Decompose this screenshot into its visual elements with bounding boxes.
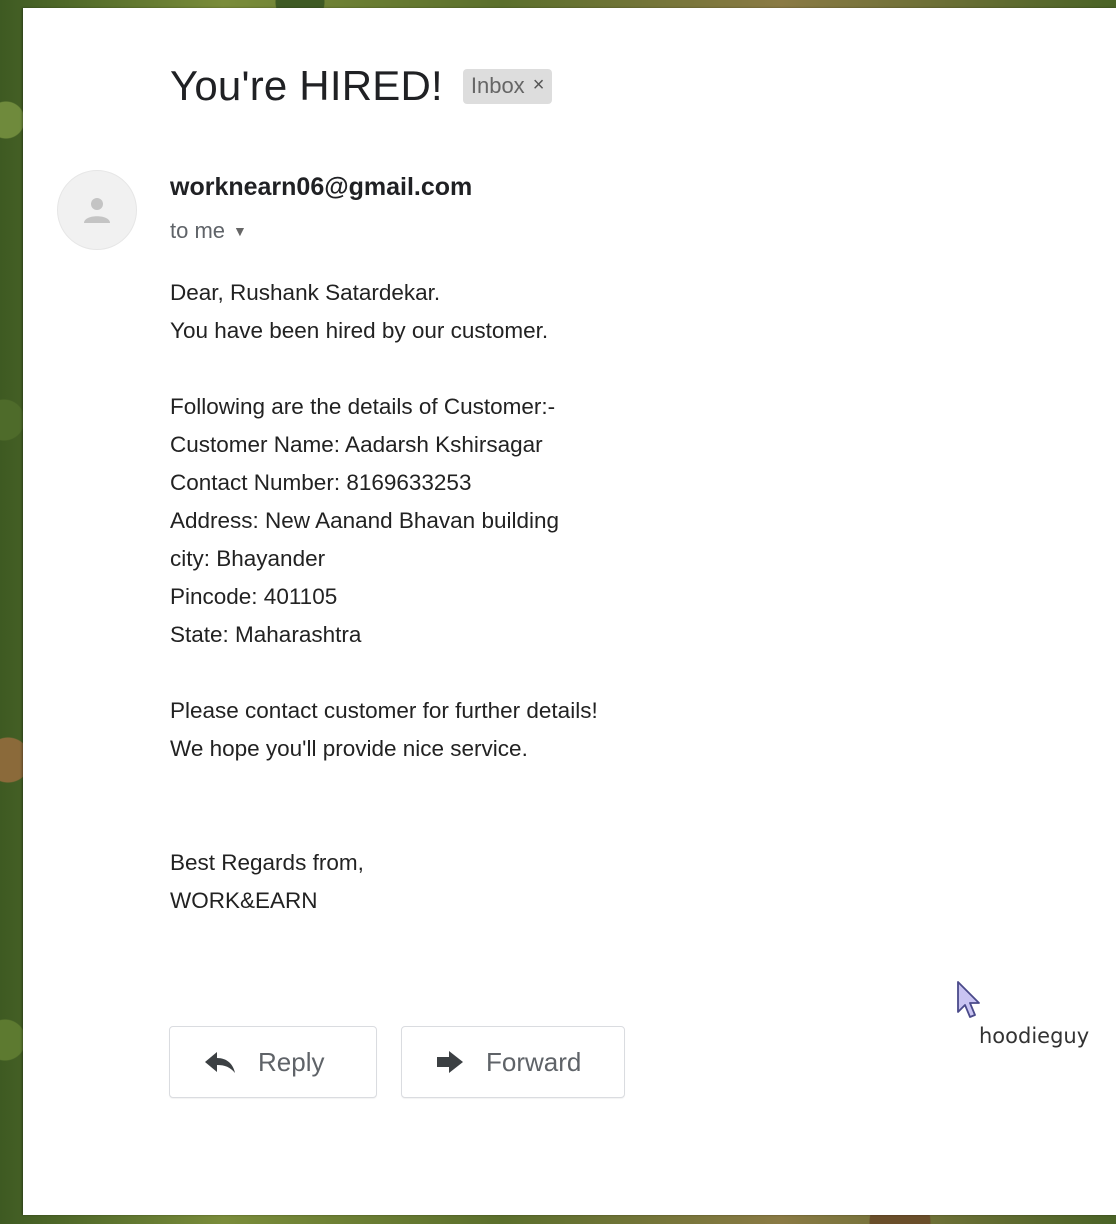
email-body-line: Address: New Aanand Bhavan building [170, 508, 560, 533]
cursor-user-label: hoodieguy [979, 1024, 1090, 1048]
inbox-label-chip[interactable]: Inbox × [462, 68, 553, 104]
email-body-line [170, 768, 598, 806]
reply-button[interactable]: Reply [169, 1026, 377, 1098]
email-body-line: Pincode: 401105 [170, 584, 338, 609]
forward-button[interactable]: Forward [401, 1026, 625, 1098]
subject-row: You're HIRED! Inbox × [170, 62, 553, 110]
email-body-line: We hope you'll provide nice service. [170, 736, 528, 761]
reply-label: Reply [258, 1046, 325, 1077]
email-body-line: WORK&EARN [170, 888, 318, 913]
sender-avatar[interactable] [57, 170, 137, 250]
email-body-line: Please contact customer for further deta… [170, 698, 598, 723]
email-subject: You're HIRED! [170, 62, 443, 109]
label-text: Inbox [470, 72, 525, 98]
email-body: Dear, Rushank Satardekar. You have been h… [170, 274, 598, 920]
sender-email[interactable]: worknearn06@gmail.com [170, 173, 472, 202]
email-body-line: Contact Number: 8169633253 [170, 470, 472, 495]
email-body-line: State: Maharashtra [170, 622, 362, 647]
forward-label: Forward [486, 1046, 582, 1077]
email-body-line: Following are the details of Customer:- [170, 394, 556, 419]
email-body-line: Customer Name: Aadarsh Kshirsagar [170, 432, 543, 457]
reply-icon [204, 1050, 236, 1074]
email-body-line: Dear, Rushank Satardekar. [170, 280, 441, 305]
caret-down-icon[interactable]: ▼ [233, 223, 247, 239]
email-body-line [170, 654, 598, 692]
email-body-line: Best Regards from, [170, 850, 364, 875]
remove-label-icon[interactable]: × [533, 74, 545, 97]
email-body-line: city: Bhayander [170, 546, 326, 571]
email-card: You're HIRED! Inbox × worknearn06@gmail.… [23, 8, 1116, 1215]
person-icon [84, 198, 110, 223]
recipient-details-toggle[interactable]: to me ▼ [170, 218, 247, 244]
mouse-pointer-icon [956, 980, 982, 1025]
email-body-line [170, 350, 598, 388]
forward-icon [436, 1050, 464, 1074]
email-body-line: You have been hired by our customer. [170, 318, 549, 343]
email-body-line [170, 806, 598, 844]
recipient-text: to me [170, 218, 226, 243]
